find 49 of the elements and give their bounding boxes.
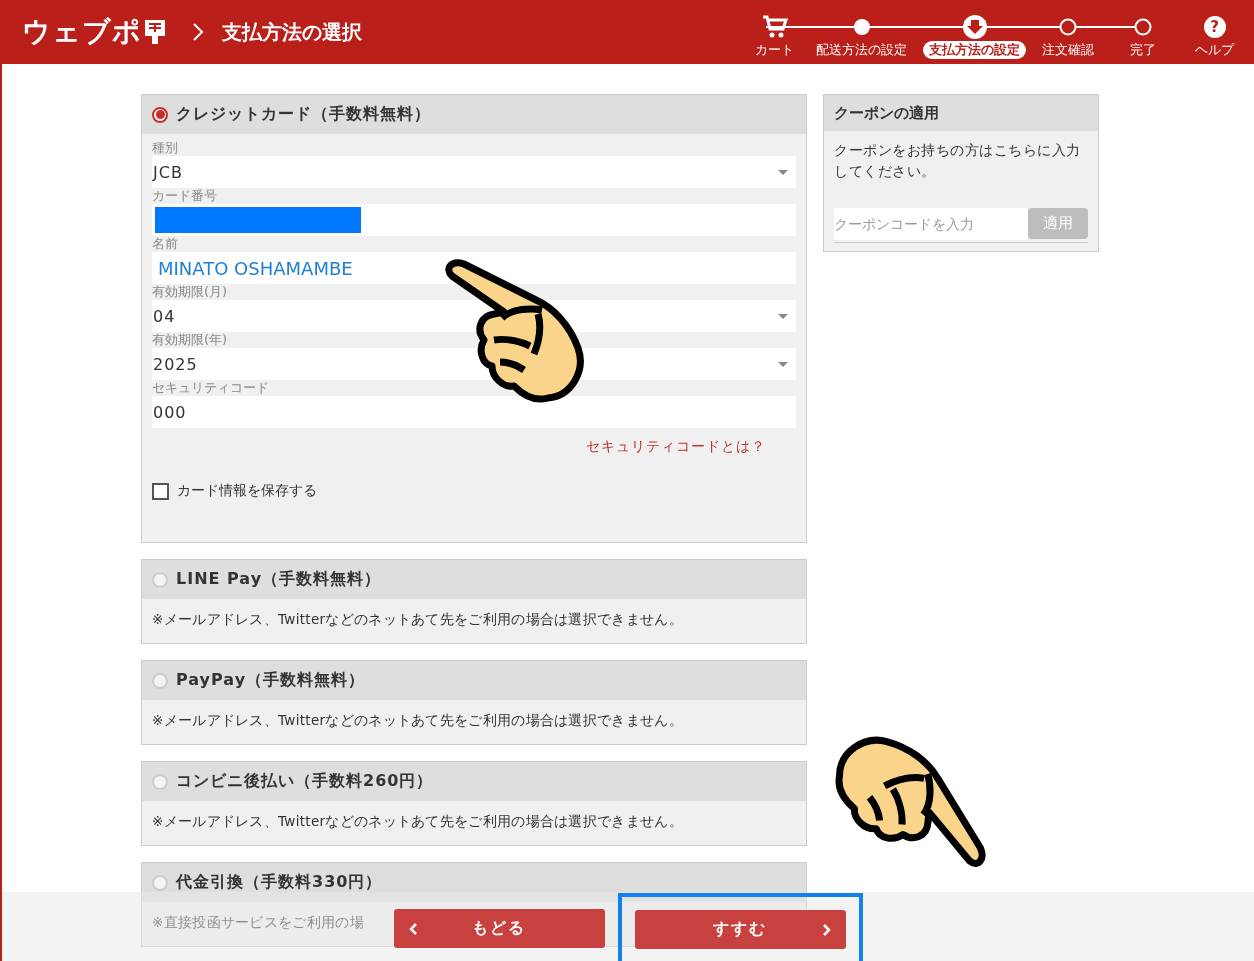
page-title: 支払方法の選択 xyxy=(222,18,362,46)
help-link[interactable]: ヘルプ xyxy=(1195,40,1234,59)
payment-option-header[interactable]: PayPay（手数料無料） xyxy=(142,661,806,700)
step-label: 支払方法の設定 xyxy=(923,41,1026,59)
note-text: ※メールアドレス、Twitterなどのネットあて先をご利用の場合は選択できません。 xyxy=(152,712,683,730)
select-value: 2025 xyxy=(153,354,198,374)
payment-option-header[interactable]: コンビニ後払い（手数料260円） xyxy=(142,762,806,801)
checkbox[interactable] xyxy=(152,482,169,500)
field-label: 有効期限(月) xyxy=(152,284,229,300)
back-button[interactable]: もどる xyxy=(393,909,605,948)
select-field[interactable]: JCB xyxy=(152,156,796,188)
payment-option-title: LINE Pay（手数料無料） xyxy=(176,569,382,590)
note-text: ※メールアドレス、Twitterなどのネットあて先をご利用の場合は選択できません。 xyxy=(152,611,683,629)
field-label: 種別 xyxy=(152,140,179,156)
coupon-code-field[interactable]: クーポンコードを入力 xyxy=(834,208,1028,240)
coupon-description: クーポンをお持ちの方はこちらに入力してください。 xyxy=(834,141,1082,181)
radio-button[interactable] xyxy=(152,106,168,123)
select-value: JCB xyxy=(153,162,183,182)
coupon-title: クーポンの適用 xyxy=(824,95,1098,131)
help-link[interactable]: セキュリティコードとは？ xyxy=(586,438,766,454)
select-value: 04 xyxy=(153,306,176,326)
step-label: 注文確認 xyxy=(1041,41,1095,59)
checkbox-label: カード情報を保存する xyxy=(177,482,317,500)
step-label: 配送方法の設定 xyxy=(815,41,908,59)
help-icon[interactable]: ? xyxy=(1203,15,1226,38)
field-label: 名前 xyxy=(152,236,179,252)
postbox-icon xyxy=(144,19,166,45)
payment-option-title: コンビニ後払い（手数料260円） xyxy=(176,771,434,792)
note-text: ※直接投函サービスをご利用の場 xyxy=(152,914,364,932)
input-field[interactable]: 000 xyxy=(152,396,796,428)
field-label: セキュリティコード xyxy=(152,380,270,396)
chevron-right-icon xyxy=(192,22,204,42)
field-label: 有効期限(年) xyxy=(152,332,229,348)
payment-option-header[interactable]: 代金引換（手数料330円） xyxy=(142,863,806,902)
input-field[interactable] xyxy=(152,204,796,236)
step-label: カート xyxy=(754,41,795,59)
step-label: 完了 xyxy=(1129,41,1157,59)
chevron-right-icon xyxy=(821,922,832,937)
payment-option-title: 代金引換（手数料330円） xyxy=(176,872,383,893)
payment-option-header[interactable]: クレジットカード（手数料無料） xyxy=(142,95,806,134)
field-label: カード番号 xyxy=(152,188,218,204)
input-field[interactable]: MINATO OSHAMAMBE xyxy=(152,252,796,284)
payment-option-title: クレジットカード（手数料無料） xyxy=(176,104,431,125)
next-button[interactable]: すすむ xyxy=(634,910,846,949)
payment-option-title: PayPay（手数料無料） xyxy=(176,670,366,691)
logo-text: ウェブポ xyxy=(22,14,142,50)
payment-option-header[interactable]: LINE Pay（手数料無料） xyxy=(142,560,806,599)
chevron-left-icon xyxy=(407,921,418,936)
note-text: ※メールアドレス、Twitterなどのネットあて先をご利用の場合は選択できません。 xyxy=(152,813,683,831)
